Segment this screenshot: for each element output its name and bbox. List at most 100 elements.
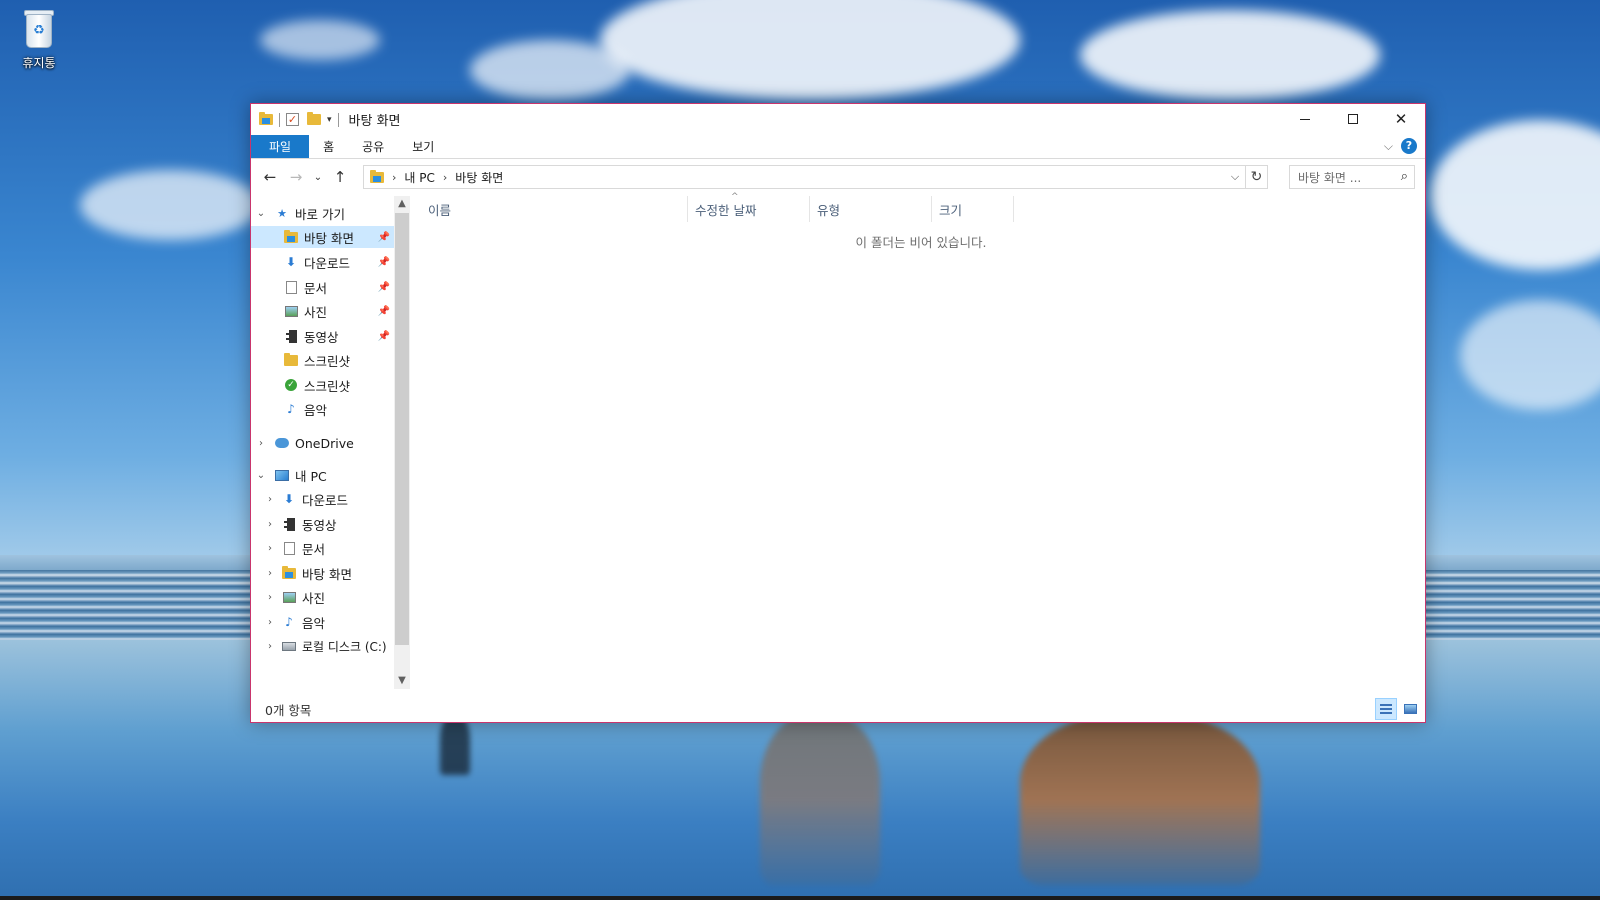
tab-home[interactable]: 홈	[309, 135, 348, 158]
tree-label: 동영상	[302, 517, 337, 533]
minimize-icon	[1300, 118, 1310, 120]
chevron-right-icon[interactable]: ›	[264, 592, 276, 603]
tree-label: 사진	[304, 304, 328, 320]
tab-file[interactable]: 파일	[251, 135, 310, 158]
tab-share[interactable]: 공유	[348, 135, 398, 158]
scrollbar-thumb[interactable]	[395, 213, 409, 645]
column-header-type[interactable]: 유형	[810, 196, 932, 222]
tree-label: 음악	[304, 402, 328, 418]
expand-ribbon-chevron-icon[interactable]: ⌵	[1384, 139, 1393, 154]
downloads-folder-icon: ⬇	[283, 491, 295, 506]
downloads-folder-icon: ⬇	[285, 254, 297, 269]
videos-folder-icon	[284, 329, 298, 343]
search-icon: ⌕	[1400, 169, 1408, 184]
navigation-pane-scrollbar[interactable]: ▲ ▼	[394, 196, 410, 689]
pin-icon[interactable]: 📌	[378, 282, 390, 293]
large-icons-view-button[interactable]	[1399, 698, 1421, 720]
chevron-right-icon[interactable]: ›	[255, 438, 267, 449]
tree-pc-local-disk[interactable]: › 로컬 디스크 (C:)	[251, 635, 394, 657]
up-button[interactable]: ↑	[327, 165, 353, 189]
back-button[interactable]: ←	[257, 165, 283, 189]
scroll-up-arrow-icon[interactable]: ▲	[394, 196, 410, 212]
new-folder-icon[interactable]	[307, 112, 321, 125]
column-header-size[interactable]: 크기	[932, 196, 1014, 222]
breadcrumb-separator-icon[interactable]: ›	[392, 171, 396, 184]
recent-locations-button[interactable]: ⌄	[309, 165, 327, 189]
maximize-button[interactable]	[1329, 104, 1377, 134]
minimize-button[interactable]	[1281, 104, 1329, 134]
pin-icon[interactable]: 📌	[378, 232, 390, 243]
tree-pc-pictures[interactable]: › 사진	[251, 586, 394, 608]
recycle-bin-desktop-icon[interactable]: ♻ 휴지통	[10, 8, 68, 71]
computer-icon	[275, 468, 289, 482]
column-header-date-modified[interactable]: 수정한 날짜	[688, 196, 810, 222]
up-arrow-icon: ↑	[333, 168, 347, 186]
maximize-icon	[1348, 114, 1358, 124]
documents-folder-icon	[284, 280, 298, 294]
breadcrumb-separator-icon[interactable]: ›	[443, 171, 447, 184]
pin-icon[interactable]: 📌	[378, 306, 390, 317]
chevron-right-icon[interactable]: ›	[264, 519, 276, 530]
pin-icon[interactable]: 📌	[378, 331, 390, 342]
properties-icon[interactable]: ✓	[286, 113, 299, 126]
recycle-bin-label: 휴지통	[22, 56, 56, 70]
chevron-right-icon[interactable]: ›	[264, 543, 276, 554]
tree-item-desktop[interactable]: 바탕 화면 📌	[251, 226, 394, 248]
details-view-button[interactable]	[1375, 698, 1397, 720]
chevron-down-icon[interactable]: ⌄	[255, 208, 267, 219]
chevron-down-icon: ⌵	[1230, 170, 1240, 183]
title-bar: ✓ ▾ 바탕 화면 ✕	[251, 104, 1425, 135]
chevron-right-icon[interactable]: ›	[264, 617, 276, 628]
address-bar[interactable]: › 내 PC › 바탕 화면 ⌵ ↻	[363, 165, 1268, 189]
tree-label: 내 PC	[295, 468, 327, 484]
pin-icon[interactable]: 📌	[378, 257, 390, 268]
music-folder-icon: ♪	[285, 615, 293, 629]
customize-toolbar-chevron-icon[interactable]: ▾	[327, 115, 332, 125]
tree-label: 바탕 화면	[302, 566, 352, 582]
ribbon-tabs: 파일 홈 공유 보기 ⌵ ?	[251, 135, 1425, 159]
tree-item-pictures[interactable]: 사진 📌	[251, 300, 394, 322]
onedrive-cloud-icon	[275, 436, 289, 450]
scroll-down-arrow-icon[interactable]: ▼	[394, 673, 410, 689]
tree-item-documents[interactable]: 문서 📌	[251, 276, 394, 298]
tree-pc-documents[interactable]: › 문서	[251, 537, 394, 559]
help-icon[interactable]: ?	[1401, 138, 1417, 154]
forward-button[interactable]: →	[283, 165, 309, 189]
recycle-bin-icon: ♻	[22, 8, 56, 50]
chevron-down-icon[interactable]: ⌄	[255, 470, 267, 481]
tree-item-screenshots[interactable]: 스크린샷	[251, 349, 394, 371]
status-bar: 0개 항목	[251, 696, 1427, 722]
close-icon: ✕	[1394, 110, 1408, 128]
videos-folder-icon	[282, 517, 296, 531]
tree-label: 스크린샷	[304, 378, 351, 394]
chevron-right-icon[interactable]: ›	[264, 494, 276, 505]
tree-item-screenshots-synced[interactable]: ✓ 스크린샷	[251, 374, 394, 396]
tree-pc-desktop[interactable]: › 바탕 화면	[251, 562, 394, 584]
tree-item-downloads[interactable]: ⬇ 다운로드 📌	[251, 251, 394, 273]
chevron-right-icon[interactable]: ›	[264, 568, 276, 579]
address-history-dropdown[interactable]: ⌵	[1225, 166, 1245, 188]
forward-arrow-icon: →	[289, 168, 303, 186]
refresh-button[interactable]: ↻	[1245, 166, 1267, 188]
quick-access-star-icon: ★	[277, 206, 287, 220]
tree-onedrive[interactable]: › OneDrive	[251, 432, 394, 454]
item-count: 0개 항목	[265, 702, 312, 718]
column-header-name[interactable]: 이름	[421, 196, 688, 222]
search-input[interactable]: 바탕 화면 ... ⌕	[1289, 165, 1415, 189]
tree-pc-videos[interactable]: › 동영상	[251, 513, 394, 535]
large-icons-view-icon	[1403, 704, 1417, 714]
tree-quick-access[interactable]: ⌄ ★ 바로 가기	[251, 202, 394, 224]
tab-view[interactable]: 보기	[398, 135, 448, 158]
file-list: ^ 이름 수정한 날짜 유형 크기 이 폴더는 비어 있습니다.	[421, 192, 1421, 689]
close-button[interactable]: ✕	[1377, 104, 1425, 134]
window-folder-icon	[259, 112, 273, 125]
chevron-right-icon[interactable]: ›	[264, 641, 276, 652]
tree-pc-music[interactable]: › ♪ 음악	[251, 611, 394, 633]
breadcrumb-desktop[interactable]: 바탕 화면	[455, 169, 503, 186]
tree-this-pc[interactable]: ⌄ 내 PC	[251, 464, 394, 486]
tree-item-videos[interactable]: 동영상 📌	[251, 325, 394, 347]
tree-item-music[interactable]: ♪ 음악	[251, 398, 394, 420]
tree-label: 다운로드	[302, 492, 349, 508]
tree-pc-downloads[interactable]: › ⬇ 다운로드	[251, 488, 394, 510]
breadcrumb-this-pc[interactable]: 내 PC	[404, 169, 434, 186]
